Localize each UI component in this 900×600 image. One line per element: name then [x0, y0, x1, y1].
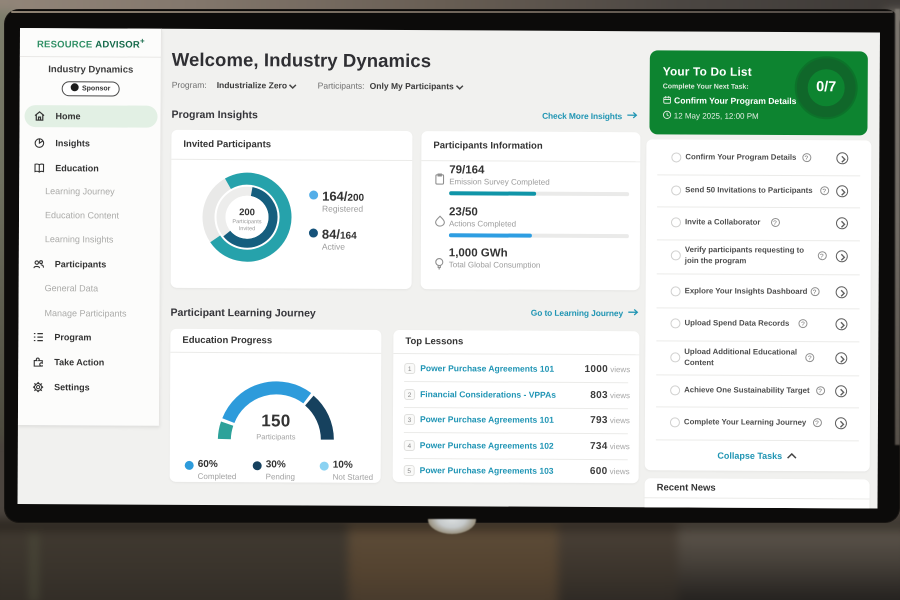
svg-text:200: 200: [239, 207, 255, 218]
svg-text:Invited: Invited: [239, 226, 256, 232]
svg-text:Participants: Participants: [232, 219, 261, 225]
